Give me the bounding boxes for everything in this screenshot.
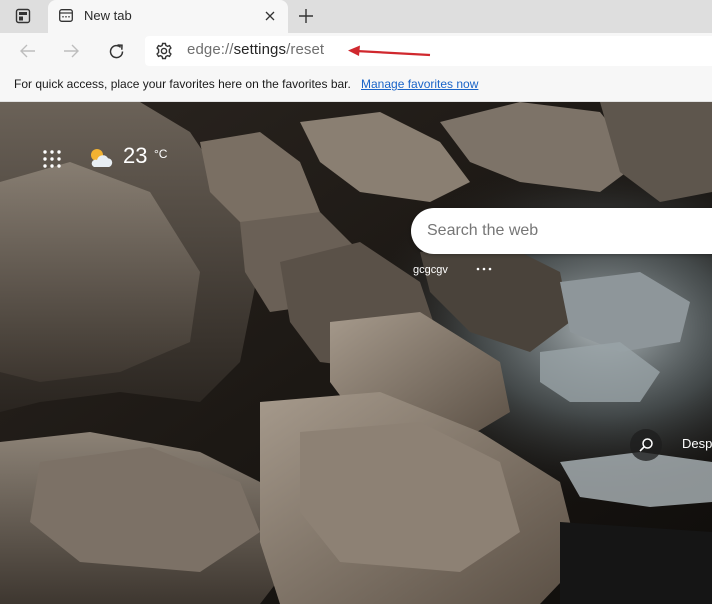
favorites-bar: For quick access, place your favorites h… — [0, 70, 712, 102]
url-settings: settings — [233, 41, 287, 58]
search-icon — [639, 438, 653, 452]
new-tab-page: 23 °C Search the web gcgcgv Desp — [0, 102, 712, 604]
new-tab-favicon — [59, 9, 73, 22]
refresh-button[interactable] — [101, 37, 131, 65]
weather-temperature[interactable]: 23 — [123, 143, 147, 169]
new-tab-button[interactable] — [293, 4, 319, 28]
tab-strip: New tab — [0, 0, 712, 33]
tab-actions-icon — [15, 8, 31, 24]
gear-icon — [156, 42, 172, 60]
refresh-icon — [109, 43, 123, 58]
forward-button[interactable] — [56, 37, 86, 65]
favorites-bar-message: For quick access, place your favorites h… — [14, 77, 351, 91]
tab-actions-button[interactable] — [9, 4, 37, 28]
back-arrow-icon — [20, 44, 35, 58]
url-host: edge:// — [187, 41, 234, 58]
web-search-box[interactable]: Search the web — [411, 208, 712, 254]
partly-cloudy-icon[interactable] — [88, 147, 114, 169]
apps-grid-icon[interactable] — [40, 147, 64, 171]
back-button[interactable] — [13, 37, 43, 65]
close-icon — [265, 11, 275, 21]
image-search-button[interactable] — [630, 429, 662, 461]
url-text[interactable]: edge://settings/reset — [187, 41, 324, 58]
search-placeholder: Search the web — [427, 222, 539, 239]
manage-favorites-link[interactable]: Manage favorites now — [361, 77, 478, 91]
background-image — [0, 102, 712, 604]
tab-new-tab[interactable]: New tab — [48, 0, 288, 33]
close-tab-button[interactable] — [260, 6, 280, 26]
plus-icon — [299, 9, 313, 23]
annotation-arrow — [348, 45, 431, 57]
more-dots-icon[interactable] — [474, 262, 494, 276]
forward-arrow-icon — [64, 44, 79, 58]
quick-link-label[interactable]: gcgcgv — [413, 264, 448, 276]
tab-title: New tab — [84, 8, 132, 23]
url-path: /reset — [286, 41, 325, 58]
weather-unit: °C — [154, 147, 168, 161]
image-caption[interactable]: Desp — [682, 436, 712, 451]
